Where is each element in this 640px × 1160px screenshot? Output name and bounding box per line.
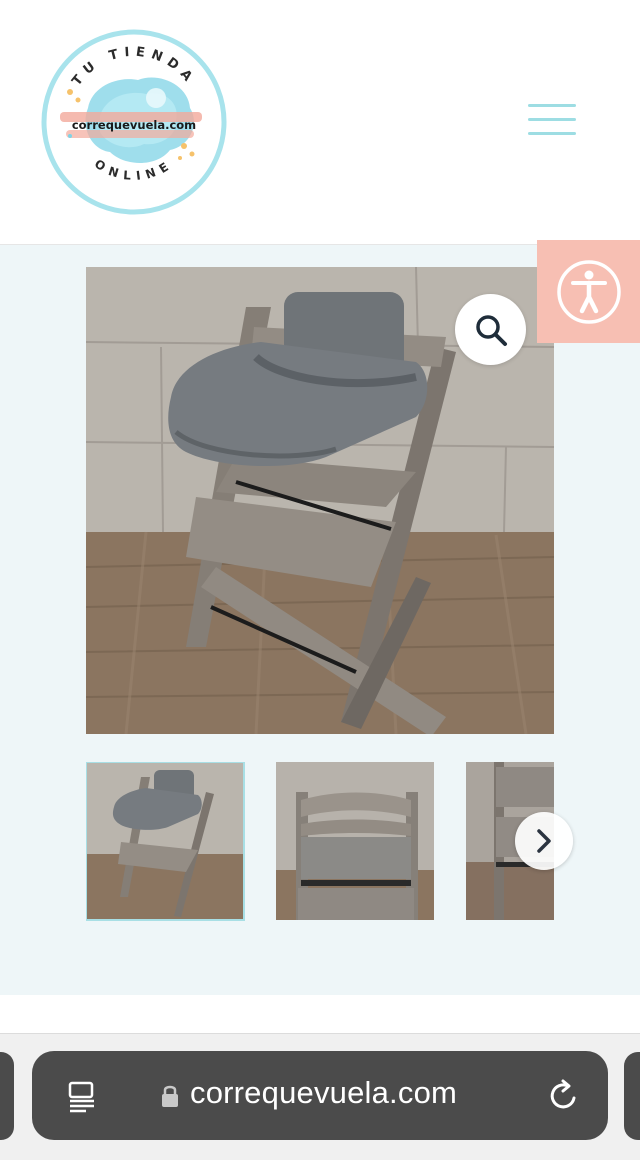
- thumbnail-2[interactable]: [276, 762, 434, 920]
- logo-brand-text: correquevuela.com: [72, 118, 196, 132]
- magnifier-icon: [475, 314, 507, 346]
- next-thumbnail-button[interactable]: [515, 812, 573, 870]
- thumbnail-1[interactable]: [86, 762, 245, 921]
- address-bar[interactable]: correquevuela.com: [32, 1051, 608, 1140]
- accessibility-icon: [556, 259, 621, 324]
- page-content-strip: [0, 995, 640, 1034]
- thumbnail-strip: [86, 762, 554, 922]
- accessibility-button[interactable]: [537, 240, 640, 343]
- url-text: correquevuela.com: [190, 1075, 458, 1110]
- previous-tab[interactable]: [0, 1052, 14, 1140]
- zoom-button[interactable]: [455, 294, 526, 365]
- browser-toolbar: correquevuela.com: [0, 1034, 640, 1160]
- site-header: TU TIENDA correquevuela.com ONLINE: [0, 0, 640, 245]
- lock-icon: [162, 1085, 178, 1107]
- reader-icon[interactable]: [66, 1079, 100, 1113]
- site-logo[interactable]: TU TIENDA correquevuela.com ONLINE: [40, 28, 228, 216]
- reload-icon[interactable]: [546, 1078, 582, 1114]
- chevron-right-icon: [537, 829, 551, 853]
- hamburger-icon[interactable]: [528, 104, 576, 138]
- next-tab[interactable]: [624, 1052, 640, 1140]
- product-gallery: [0, 245, 640, 995]
